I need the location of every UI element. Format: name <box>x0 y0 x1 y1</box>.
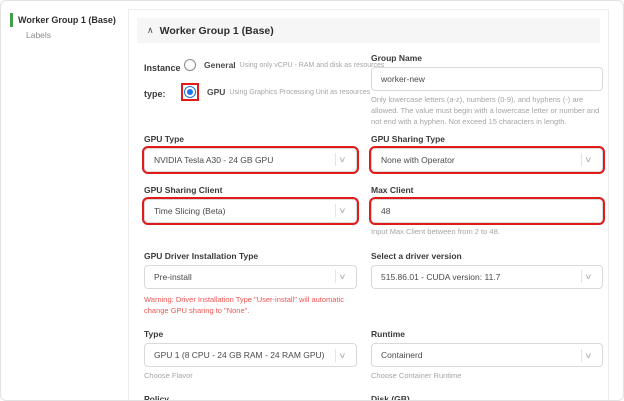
gpu-driver-installation-type-select[interactable]: Pre-install ∨ <box>144 265 357 289</box>
panel-title: Worker Group 1 (Base) <box>160 25 274 37</box>
policy-label: Policy <box>144 394 357 401</box>
driver-installation-warning: Warning: Driver Installation Type "User-… <box>144 294 364 317</box>
disk-label: Disk (GB) <box>371 394 603 401</box>
gpu-sharing-type-label: GPU Sharing Type <box>371 134 603 144</box>
sidebar-item-labels[interactable]: Labels <box>10 28 126 42</box>
chevron-down-icon: ∨ <box>584 351 603 360</box>
sidebar-item-worker-group[interactable]: Worker Group 1 (Base) <box>10 13 126 27</box>
instance-type-group: Instance type: General Using only vCPU -… <box>144 53 357 110</box>
group-name-input[interactable] <box>371 67 603 91</box>
max-client-input[interactable] <box>371 199 603 223</box>
runtime-select[interactable]: Containerd ∨ <box>371 343 603 367</box>
radio-general-label: General <box>204 60 236 70</box>
chevron-down-icon: ∨ <box>338 272 357 281</box>
chevron-down-icon: ∨ <box>338 155 357 164</box>
worker-group-form: Instance type: General Using only vCPU -… <box>129 43 608 401</box>
max-client-label: Max Client <box>371 185 603 195</box>
radio-gpu[interactable] <box>184 86 196 98</box>
group-name-helper: Only lowercase letters (a-z), numbers (0… <box>371 95 603 128</box>
radio-gpu-label: GPU <box>207 87 225 97</box>
chevron-down-icon: ∨ <box>338 206 357 215</box>
gpu-driver-installation-type-value: Pre-install <box>154 272 335 282</box>
radio-gpu-description: Using Graphics Processing Unit as resour… <box>229 89 370 96</box>
gpu-sharing-client-value: Time Slicing (Beta) <box>154 206 335 216</box>
type-helper: Choose Flavor <box>144 371 357 382</box>
radio-general[interactable] <box>184 59 196 71</box>
worker-group-panel: ∧ Worker Group 1 (Base) Instance type: G… <box>128 9 609 401</box>
gpu-sharing-client-label: GPU Sharing Client <box>144 185 357 195</box>
type-value: GPU 1 (8 CPU - 24 GB RAM - 24 RAM GPU) <box>154 350 335 360</box>
gpu-radio-highlight <box>181 83 199 101</box>
gpu-sharing-type-select[interactable]: None with Operator ∨ <box>371 148 603 172</box>
radio-general-description: Using only vCPU - RAM and disk as resour… <box>240 62 385 69</box>
type-select[interactable]: GPU 1 (8 CPU - 24 GB RAM - 24 RAM GPU) ∨ <box>144 343 357 367</box>
max-client-helper: Input Max Client between from 2 to 48. <box>371 227 603 238</box>
instance-type-label: Instance type: <box>144 55 184 110</box>
gpu-sharing-client-select[interactable]: Time Slicing (Beta) ∨ <box>144 199 357 223</box>
chevron-up-icon[interactable]: ∧ <box>147 26 154 35</box>
radio-option-gpu[interactable]: GPU Using Graphics Processing Unit as re… <box>184 83 384 101</box>
gpu-type-select[interactable]: NVIDIA Tesla A30 - 24 GB GPU ∨ <box>144 148 357 172</box>
runtime-helper: Choose Container Runtime <box>371 371 603 382</box>
driver-version-select[interactable]: 515.86.01 - CUDA version: 11.7 ∨ <box>371 265 603 289</box>
runtime-label: Runtime <box>371 329 603 339</box>
group-name-label: Group Name <box>371 53 603 63</box>
gpu-sharing-type-value: None with Operator <box>381 155 581 165</box>
chevron-down-icon: ∨ <box>584 272 603 281</box>
sidebar: Worker Group 1 (Base) Labels <box>10 13 126 42</box>
worker-group-config-page: Worker Group 1 (Base) Labels ∧ Worker Gr… <box>0 0 624 401</box>
driver-version-value: 515.86.01 - CUDA version: 11.7 <box>381 272 581 282</box>
panel-header[interactable]: ∧ Worker Group 1 (Base) <box>137 18 600 43</box>
type-label: Type <box>144 329 357 339</box>
chevron-down-icon: ∨ <box>584 155 603 164</box>
chevron-down-icon: ∨ <box>338 351 357 360</box>
driver-version-label: Select a driver version <box>371 251 603 261</box>
gpu-driver-installation-type-label: GPU Driver Installation Type <box>144 251 357 261</box>
runtime-value: Containerd <box>381 350 581 360</box>
gpu-type-value: NVIDIA Tesla A30 - 24 GB GPU <box>154 155 335 165</box>
radio-option-general[interactable]: General Using only vCPU - RAM and disk a… <box>184 56 384 74</box>
gpu-type-label: GPU Type <box>144 134 357 144</box>
